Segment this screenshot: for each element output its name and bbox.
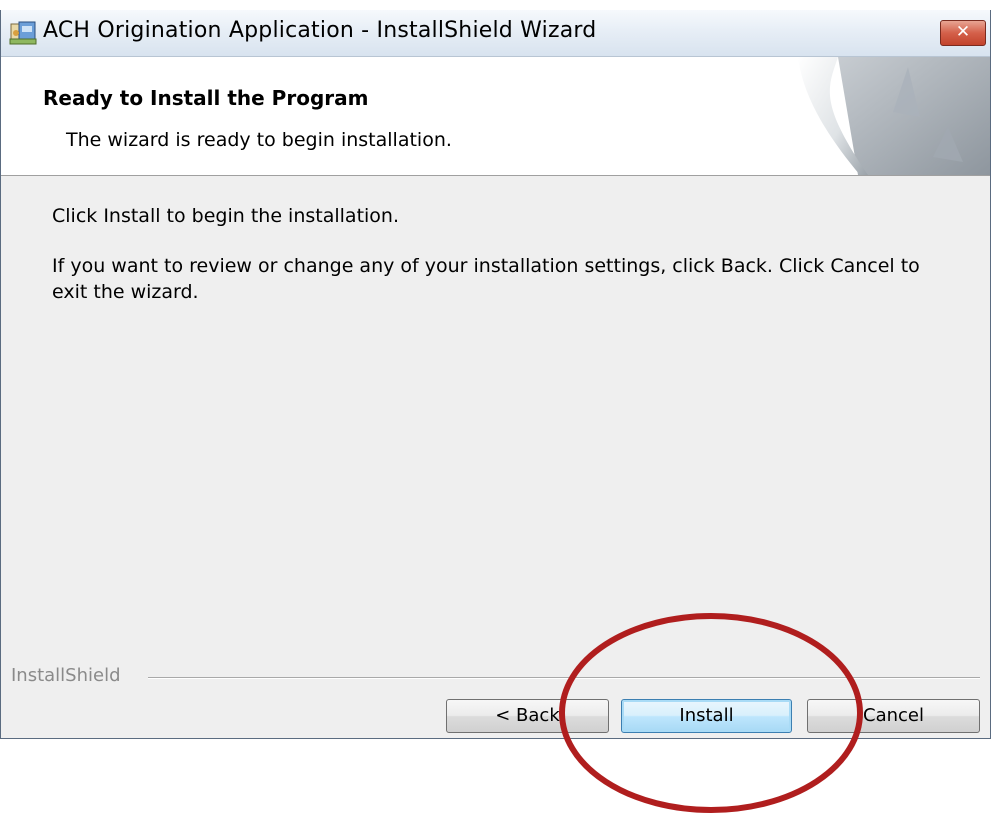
- title-bar[interactable]: ACH Origination Application - InstallShi…: [1, 10, 990, 57]
- page-title: Ready to Install the Program: [43, 86, 369, 110]
- close-button[interactable]: ✕: [940, 20, 986, 46]
- installer-icon: [9, 21, 37, 45]
- review-instruction: If you want to review or change any of y…: [52, 255, 920, 303]
- install-button[interactable]: Install: [621, 699, 792, 733]
- banner-art: [798, 57, 990, 175]
- installshield-dialog: ACH Origination Application - InstallShi…: [0, 10, 991, 739]
- installshield-brand: InstallShield: [11, 665, 121, 686]
- window-title: ACH Origination Application - InstallShi…: [43, 18, 597, 43]
- cancel-button[interactable]: Cancel: [807, 699, 980, 733]
- wizard-header: Ready to Install the Program The wizard …: [1, 57, 990, 176]
- close-icon: ✕: [955, 22, 971, 42]
- page-subtitle: The wizard is ready to begin installatio…: [66, 129, 452, 151]
- back-button[interactable]: < Back: [446, 699, 609, 733]
- footer-divider: [148, 677, 980, 679]
- install-instruction: Click Install to begin the installation.: [52, 205, 400, 227]
